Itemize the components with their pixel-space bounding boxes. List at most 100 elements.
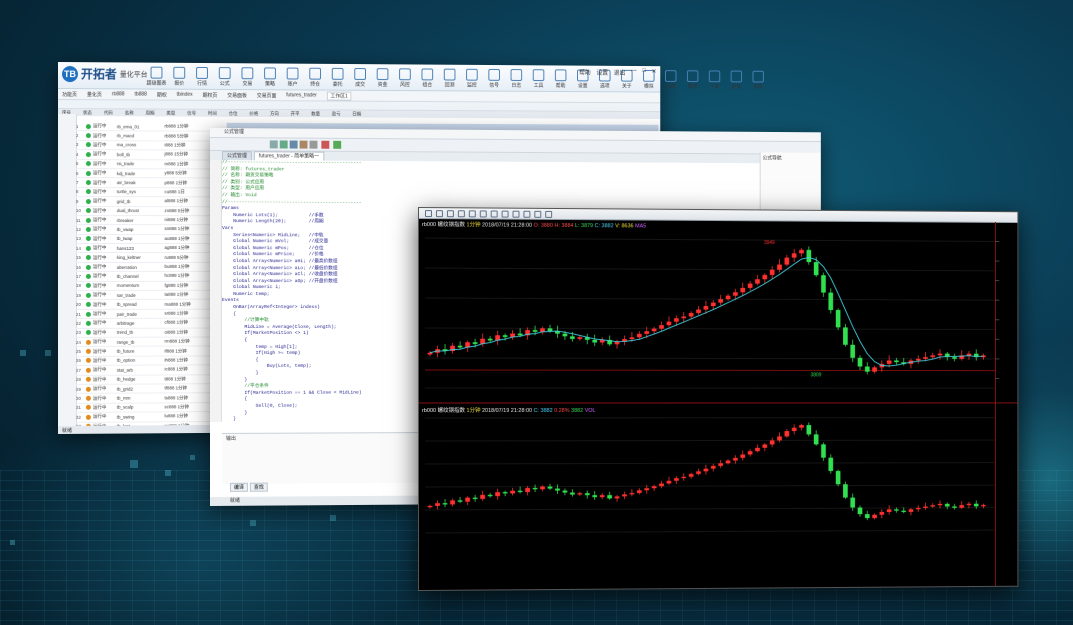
table-row[interactable]: 18 运行中 momentum fg888 1分钟 (75, 281, 225, 292)
tab-compile[interactable]: 编译 (229, 482, 248, 492)
ribbon-button[interactable]: 实盘 (660, 67, 681, 91)
table-row[interactable]: 24 运行中 range_tb rm888 1分钟 (75, 337, 225, 348)
table-row[interactable]: 21 运行中 pair_trade sr888 1分钟 (75, 309, 225, 320)
column-header[interactable]: 盈亏 (332, 111, 341, 117)
column-header[interactable]: 代码 (104, 110, 113, 116)
column-header[interactable]: 信号 (187, 110, 196, 116)
table-row[interactable]: 4 运行中 boll_tb j888 15分钟 (75, 150, 225, 161)
ribbon-button[interactable]: 交易 (237, 64, 259, 88)
column-header[interactable]: 状态 (83, 110, 92, 116)
output-tab[interactable]: 输出 (222, 433, 420, 443)
ribbon-button[interactable]: 数据 (682, 67, 703, 91)
toolbar-icon[interactable] (523, 210, 531, 218)
exit-button[interactable]: 退出 (614, 68, 626, 77)
ribbon-button[interactable]: 持仓 (304, 65, 326, 89)
column-header[interactable]: 周期 (146, 110, 155, 116)
workspace-tab[interactable]: futures_trader (286, 92, 317, 98)
ribbon-button[interactable]: 风控 (394, 65, 415, 89)
column-header[interactable]: 方向 (270, 111, 279, 117)
ribbon-button[interactable]: 系统 (748, 68, 769, 92)
ribbon-button[interactable]: 日志 (506, 66, 527, 90)
close-icon[interactable]: ✕ (652, 68, 657, 77)
toolbar-icon[interactable] (468, 209, 476, 217)
ribbon-button[interactable]: 下载 (704, 67, 725, 91)
ribbon-button[interactable]: 工具 (528, 66, 549, 90)
table-row[interactable]: 19 运行中 sar_trade ta888 1分钟 (75, 290, 225, 301)
candlestick-chart[interactable]: 3949 3809 (419, 218, 1017, 590)
column-header[interactable]: 名称 (125, 110, 134, 116)
workspace-tab[interactable]: 量化页 (87, 91, 102, 98)
workspace-tab[interactable]: tbindex (177, 92, 193, 98)
ribbon-button[interactable]: 信号 (484, 66, 505, 90)
table-row[interactable]: 8 运行中 turtle_sys cu888 1日 (75, 187, 225, 198)
ribbon-button[interactable]: 行情 (191, 64, 213, 88)
table-row[interactable]: 13 运行中 tb_twap au888 1分钟 (75, 234, 225, 245)
workspace-tab[interactable]: 交易面板 (227, 91, 247, 98)
maximize-icon[interactable]: □ (642, 68, 645, 77)
workspace-tab[interactable]: rb888 (112, 91, 125, 97)
toolbar-icon[interactable] (534, 210, 542, 218)
workspace-tab[interactable]: 功能页 (62, 91, 77, 98)
ribbon-button[interactable]: 委托 (327, 65, 349, 89)
toolbar-icon[interactable] (457, 209, 465, 217)
table-row[interactable]: 9 运行中 grid_tb al888 1分钟 (75, 197, 225, 207)
table-row[interactable]: 11 运行中 rbreaker ni888 1分钟 (75, 215, 225, 226)
ribbon-button[interactable]: 成交 (349, 65, 370, 89)
toolbar-icon[interactable] (270, 140, 279, 149)
column-header[interactable]: 开平 (291, 111, 300, 117)
toolbar-icon[interactable] (280, 140, 289, 149)
toolbar-icon[interactable] (424, 209, 432, 217)
toolbar-icon[interactable] (309, 140, 318, 149)
ribbon-button[interactable]: 报价 (168, 64, 190, 88)
column-header[interactable]: 数量 (311, 111, 320, 117)
table-row[interactable]: 3 运行中 ma_cross i888 1分钟 (75, 140, 225, 151)
table-row[interactable]: 12 运行中 tb_vwap sn888 1分钟 (75, 225, 225, 235)
ribbon-button[interactable]: 更新 (726, 68, 747, 92)
tab-futures-trader[interactable]: futures_trader - 简单策略一 (253, 151, 324, 161)
toolbar-icon[interactable] (290, 140, 299, 150)
workspace-tab[interactable]: 期权 (157, 91, 167, 98)
table-row[interactable]: 22 运行中 arbitrage cf888 1分钟 (75, 318, 225, 329)
table-row[interactable]: 23 运行中 trend_tb oi888 1分钟 (75, 328, 225, 338)
workspace-tab[interactable]: 期权页 (202, 91, 217, 98)
toolbar-icon[interactable] (321, 140, 330, 149)
workspace-tab[interactable]: 工作区1 (326, 91, 352, 101)
code-editor[interactable]: //--------------------------------------… (222, 160, 420, 422)
toolbar-icon[interactable] (446, 209, 454, 217)
column-header[interactable]: 价格 (249, 110, 258, 116)
table-row[interactable]: 16 运行中 aberration bu888 1分钟 (75, 262, 225, 273)
table-row[interactable]: 17 运行中 tb_channel hc888 1分钟 (75, 272, 225, 282)
ribbon-button[interactable]: 账户 (282, 65, 304, 89)
column-header[interactable]: 日期 (352, 111, 361, 117)
table-row[interactable]: 14 运行中 hans123 ag888 1分钟 (75, 244, 225, 254)
column-header[interactable]: 仓位 (229, 110, 238, 116)
help-button[interactable]: 帮助 (579, 68, 591, 77)
toolbar-icon[interactable] (512, 210, 520, 218)
column-header[interactable]: 时间 (208, 110, 217, 116)
toolbar-icon[interactable] (333, 140, 342, 149)
minimize-icon[interactable]: — (631, 68, 637, 77)
workspace-tab[interactable]: tb888 (135, 91, 147, 97)
toolbar-icon[interactable] (501, 210, 509, 218)
ribbon-button[interactable]: 公式 (214, 64, 236, 88)
ribbon-button[interactable]: 组合 (417, 65, 438, 89)
table-row[interactable]: 15 运行中 king_keltner ru888 5分钟 (75, 253, 225, 263)
ribbon-button[interactable]: 回测 (439, 66, 460, 90)
ribbon-button[interactable]: 超级图表 (146, 64, 168, 88)
ribbon-button[interactable]: 策略 (259, 64, 281, 88)
column-header[interactable]: 类型 (166, 110, 175, 116)
ribbon-button[interactable]: 帮助 (550, 66, 571, 90)
toolbar-icon[interactable] (545, 210, 553, 218)
toolbar-icon[interactable] (490, 210, 498, 218)
table-row[interactable]: 10 运行中 dual_thrust zn888 5分钟 (75, 206, 225, 217)
toolbar-icon[interactable] (299, 140, 308, 149)
table-row[interactable]: 7 运行中 atr_break p888 1分钟 (75, 178, 225, 189)
ribbon-button[interactable]: 监控 (461, 66, 482, 90)
ribbon-button[interactable]: 资金 (372, 65, 393, 89)
settings-button[interactable]: 设置 (596, 68, 608, 77)
table-row[interactable]: 6 运行中 kdj_trade y888 5分钟 (75, 169, 225, 179)
table-row[interactable]: 5 运行中 rsi_trade m888 1分钟 (75, 159, 225, 170)
workspace-tab[interactable]: 交易页面 (257, 92, 277, 99)
toolbar-icon[interactable] (435, 209, 443, 217)
toolbar-icon[interactable] (479, 209, 487, 217)
